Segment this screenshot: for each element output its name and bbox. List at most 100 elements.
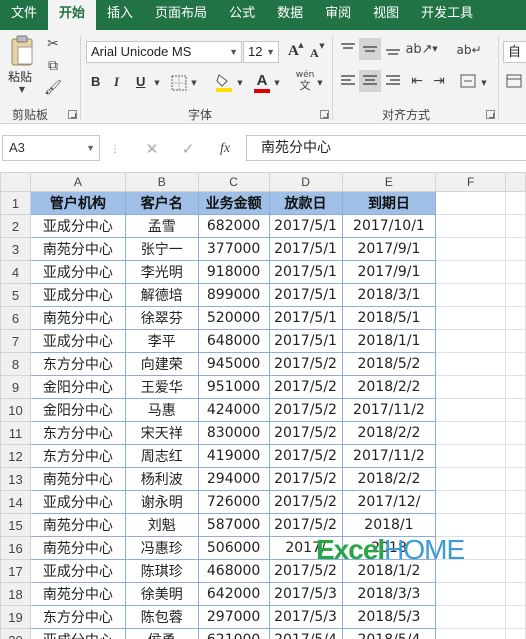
cell[interactable]: 468000 [197,559,270,583]
row-header[interactable]: 19 [0,605,31,629]
cell[interactable]: 506000 [197,536,270,560]
empty-cell[interactable] [505,628,526,639]
cell[interactable]: 金阳分中心 [29,375,126,399]
format-painter-icon[interactable]: 🖌 [44,80,62,96]
empty-cell[interactable] [505,237,526,261]
row-header[interactable]: 5 [0,283,31,307]
cell[interactable]: 2017/9/1 [341,260,437,284]
empty-cell[interactable] [505,559,526,583]
cell[interactable]: 亚成分中心 [29,283,126,307]
merge-dropdown-icon[interactable]: ▼ [480,78,488,88]
empty-cell[interactable] [505,260,526,284]
ribbon-tab[interactable]: 插入 [96,0,144,30]
column-header[interactable]: C [197,172,270,192]
column-header[interactable]: A [29,172,126,192]
ribbon-tab[interactable]: 开始 [48,0,97,30]
phonetic-icon[interactable]: wén 文 [296,70,315,92]
empty-cell[interactable] [505,306,526,330]
cell[interactable]: 2017/10/1 [341,214,437,238]
ribbon-tab[interactable]: 开发工具 [410,0,484,30]
cell[interactable]: 南苑分中心 [29,513,126,537]
row-header[interactable]: 8 [0,352,31,376]
row-header[interactable]: 14 [0,490,31,514]
empty-cell[interactable] [505,398,526,422]
cut-icon[interactable]: ✂ [44,36,62,52]
cell[interactable]: 2017/5/4 [268,628,343,639]
header-cell[interactable]: 管户机构 [29,191,126,215]
empty-cell[interactable] [505,444,526,468]
cell[interactable]: 2018/3/3 [341,582,437,606]
empty-cell[interactable] [435,398,507,422]
cell[interactable]: 2017/5/2 [268,375,343,399]
cell[interactable]: 2018/5/4 [341,628,437,639]
empty-cell[interactable] [435,306,507,330]
align-left-icon[interactable] [338,72,358,90]
cancel-icon[interactable]: ✕ [142,140,162,158]
row-header[interactable]: 20 [0,628,31,639]
cell[interactable]: 2017/11/2 [341,398,437,422]
shrink-font-button[interactable]: A [310,46,319,61]
decrease-indent-icon[interactable]: ⇤ [408,72,426,90]
row-header[interactable]: 7 [0,329,31,353]
increase-indent-icon[interactable]: ⇥ [430,72,448,90]
wrap-text-icon[interactable]: ab↵ [456,40,481,60]
column-header[interactable]: E [341,172,437,192]
cell[interactable]: 2017/5/2 [268,444,343,468]
cell[interactable]: 2017/5/2 [268,467,343,491]
cell[interactable]: 王爱华 [124,375,199,399]
cell[interactable]: 谢永明 [124,490,199,514]
empty-cell[interactable] [505,283,526,307]
empty-cell[interactable] [505,421,526,445]
orientation-dropdown-icon[interactable]: ▼ [431,44,439,54]
number-format-combo[interactable]: 自 [503,41,526,63]
empty-cell[interactable] [505,605,526,629]
font-launcher-icon[interactable] [320,110,329,119]
row-header[interactable]: 10 [0,398,31,422]
insert-function-icon[interactable]: fx [214,140,236,158]
cell[interactable]: 陈包蓉 [124,605,199,629]
cell[interactable]: 2017/5/2 [268,490,343,514]
empty-cell[interactable] [505,490,526,514]
cell[interactable]: 东方分中心 [29,421,126,445]
cell[interactable]: 2018/2/2 [341,421,437,445]
empty-cell[interactable] [435,352,507,376]
cell[interactable]: 东方分中心 [29,352,126,376]
cell[interactable]: 2017/5/3 [268,582,343,606]
align-center-icon[interactable] [359,70,381,92]
cell[interactable]: 2018/5/1 [341,306,437,330]
empty-cell[interactable] [435,421,507,445]
ribbon-tab[interactable]: 视图 [362,0,410,30]
cell[interactable]: 621000 [197,628,270,639]
cell[interactable]: 2018/2/2 [341,375,437,399]
cell[interactable]: 2018/5/3 [341,605,437,629]
empty-cell[interactable] [435,237,507,261]
cell[interactable]: 侯勇 [124,628,199,639]
formula-input[interactable]: 南苑分中心 [246,135,526,161]
cell[interactable]: 648000 [197,329,270,353]
cell[interactable]: 2017/5/1 [268,214,343,238]
cell[interactable]: 726000 [197,490,270,514]
align-middle-icon[interactable] [359,38,381,60]
row-header[interactable]: 3 [0,237,31,261]
cell[interactable]: 亚成分中心 [29,628,126,639]
empty-cell[interactable] [505,513,526,537]
empty-cell[interactable] [505,214,526,238]
empty-cell[interactable] [435,375,507,399]
cell[interactable]: 张宁一 [124,237,199,261]
empty-cell[interactable] [505,352,526,376]
empty-cell[interactable] [505,191,526,215]
bold-button[interactable]: B [91,74,100,89]
alignment-launcher-icon[interactable] [486,110,495,119]
cell[interactable]: 945000 [197,352,270,376]
cell[interactable]: 亚成分中心 [29,214,126,238]
cell[interactable]: 830000 [197,421,270,445]
align-right-icon[interactable] [383,72,403,90]
row-header[interactable]: 18 [0,582,31,606]
copy-icon[interactable]: ⧉ [44,58,62,74]
empty-cell[interactable] [505,536,526,560]
header-cell[interactable]: 客户名 [124,191,199,215]
empty-cell[interactable] [505,582,526,606]
cell[interactable]: 李光明 [124,260,199,284]
orientation-icon[interactable]: ab↗ [405,40,432,58]
cell[interactable]: 亚成分中心 [29,329,126,353]
